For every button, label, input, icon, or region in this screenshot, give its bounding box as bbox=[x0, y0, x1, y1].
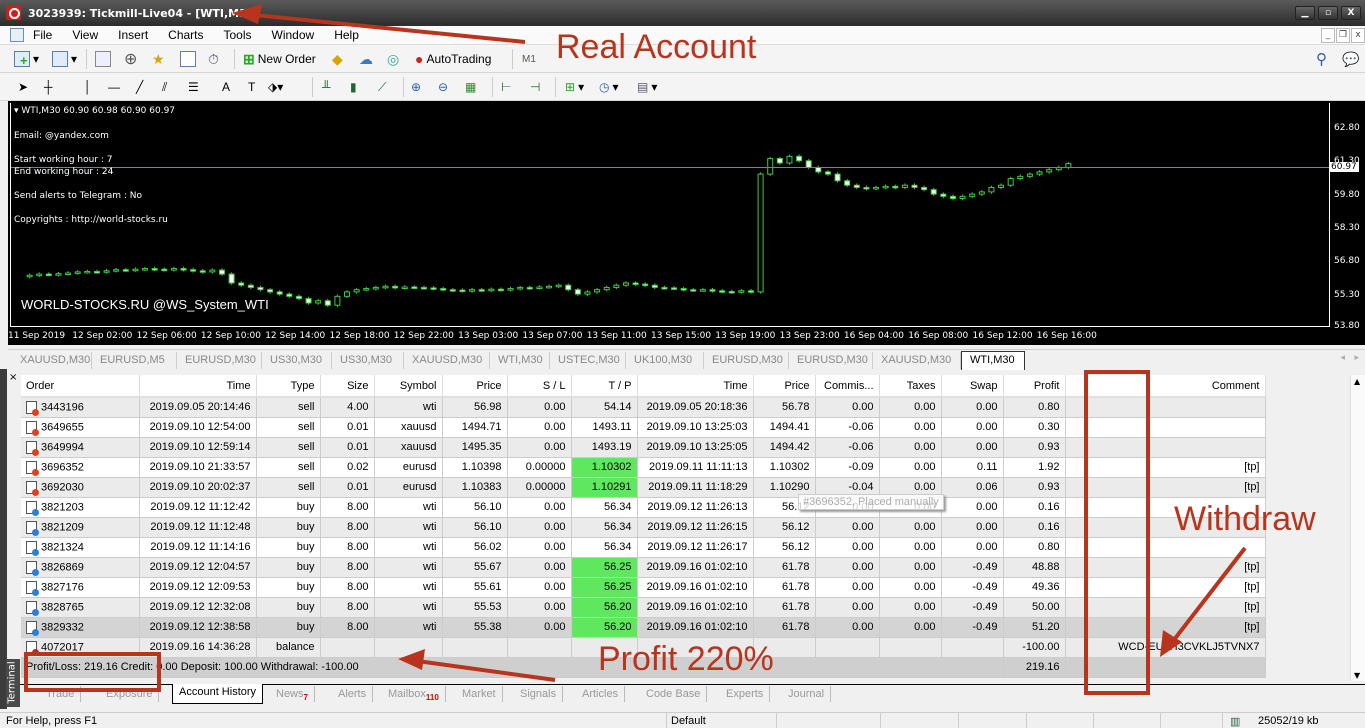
profit-loss-highlight bbox=[24, 652, 161, 692]
arrowhead-real-account bbox=[232, 4, 262, 24]
arrowhead-profit bbox=[398, 649, 425, 670]
arrow-real-account bbox=[244, 12, 526, 44]
profit-column-highlight bbox=[1084, 370, 1150, 695]
annotation-profit: Profit 220% bbox=[598, 640, 774, 678]
annotation-real-account: Real Account bbox=[556, 28, 757, 66]
annotation-arrows bbox=[232, 4, 1247, 682]
arrow-withdraw bbox=[1168, 546, 1247, 647]
annotation-withdraw: Withdraw bbox=[1174, 500, 1316, 538]
arrow-profit bbox=[409, 658, 556, 682]
